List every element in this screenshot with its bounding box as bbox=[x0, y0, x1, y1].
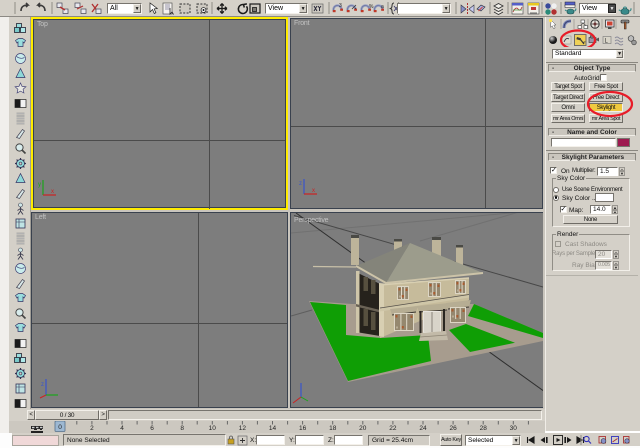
svg-text:y: y bbox=[38, 182, 41, 188]
svg-text:x: x bbox=[51, 189, 54, 195]
svg-text:x: x bbox=[312, 188, 315, 194]
svg-text:z: z bbox=[299, 181, 302, 187]
svg-text:14: 14 bbox=[269, 425, 277, 432]
svg-text:z: z bbox=[41, 382, 44, 388]
svg-text:20: 20 bbox=[359, 425, 367, 432]
svg-text:2: 2 bbox=[90, 425, 94, 432]
svg-text:Perspective: Perspective bbox=[294, 217, 329, 224]
svg-text:28: 28 bbox=[480, 425, 488, 432]
svg-text:6: 6 bbox=[150, 425, 154, 432]
svg-text:%: % bbox=[369, 4, 374, 10]
svg-text:4: 4 bbox=[120, 425, 124, 432]
svg-text:3: 3 bbox=[339, 3, 342, 9]
svg-text:24: 24 bbox=[419, 425, 427, 432]
svg-text:30: 30 bbox=[510, 425, 518, 432]
svg-text:26: 26 bbox=[449, 425, 457, 432]
svg-text:22: 22 bbox=[389, 425, 397, 432]
svg-text:8: 8 bbox=[180, 425, 184, 432]
svg-text:18: 18 bbox=[329, 425, 337, 432]
svg-text:12: 12 bbox=[239, 425, 247, 432]
svg-text:16: 16 bbox=[299, 425, 307, 432]
svg-text:a: a bbox=[381, 4, 384, 10]
svg-text:0: 0 bbox=[58, 424, 62, 431]
svg-text:10: 10 bbox=[209, 425, 217, 432]
